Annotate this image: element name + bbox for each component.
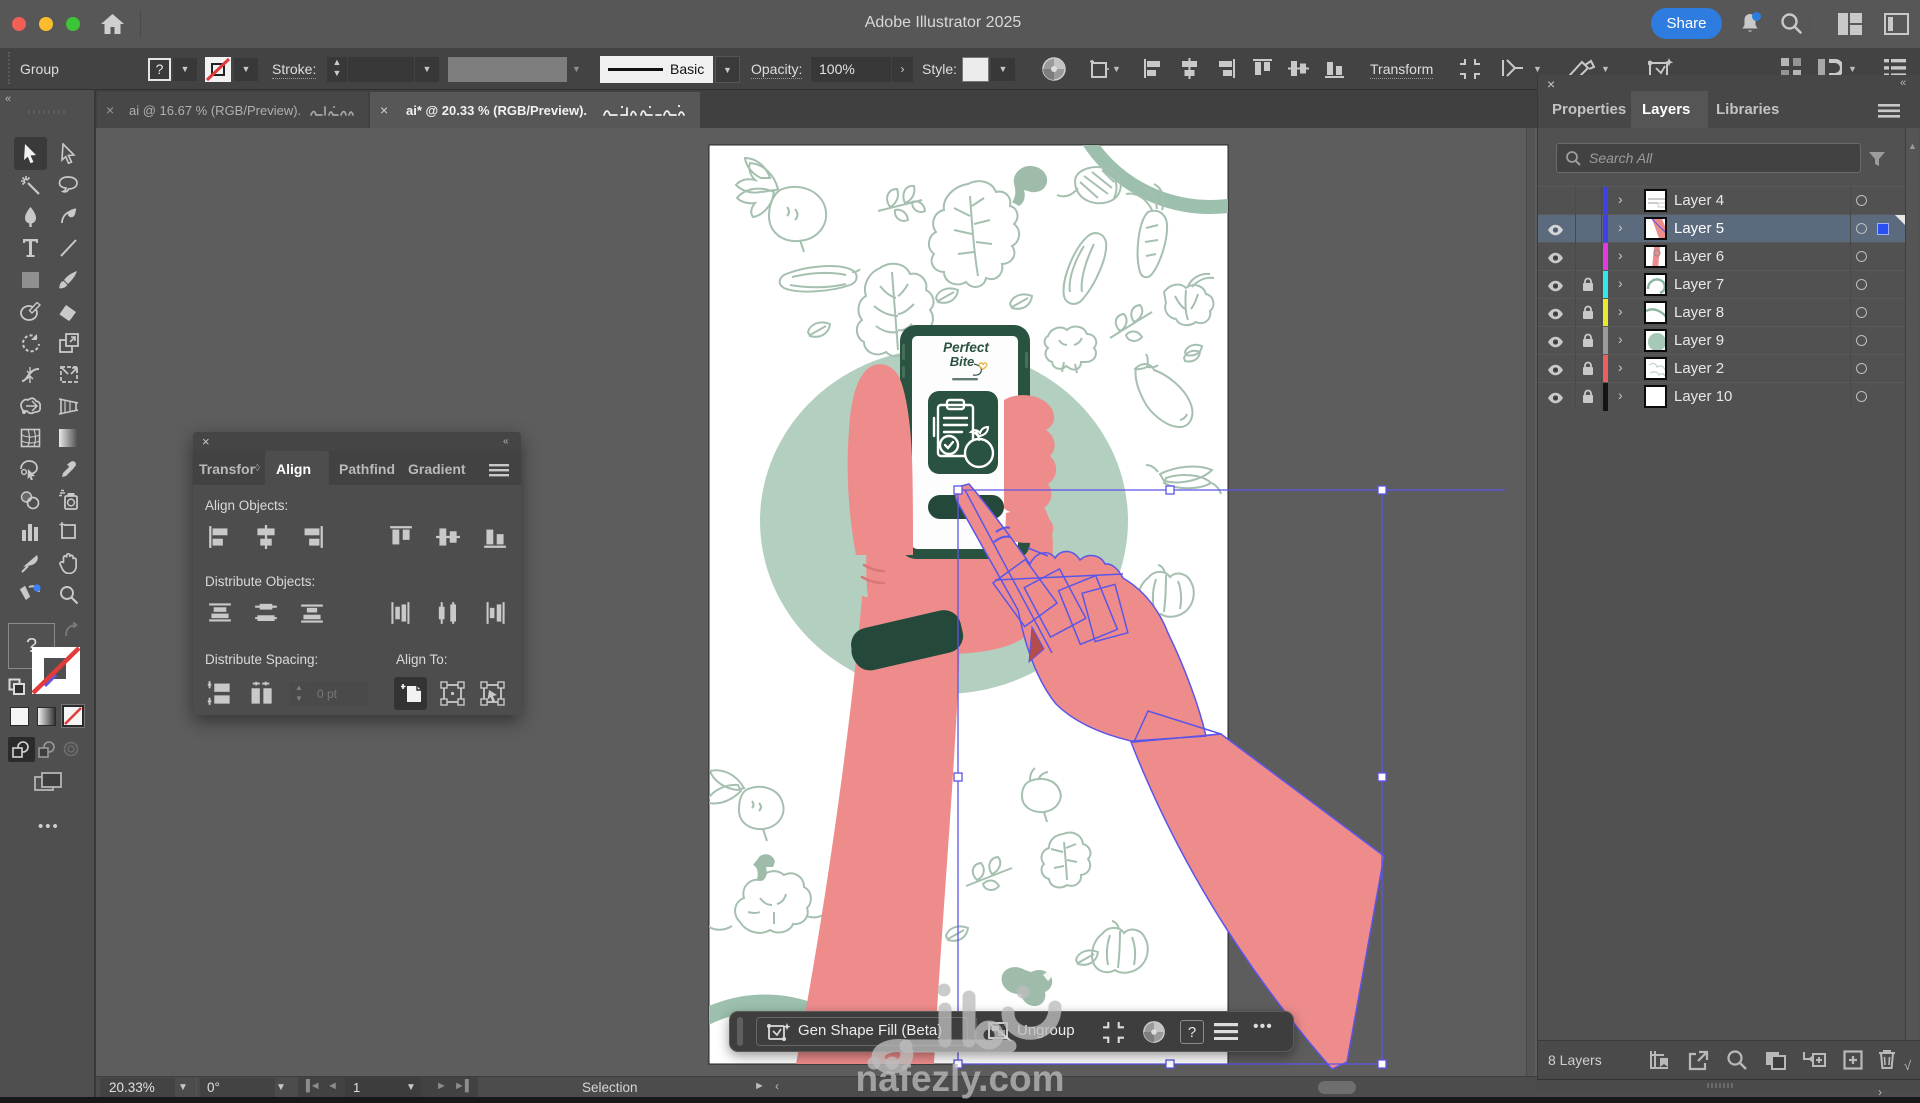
svg-text:Perfect: Perfect — [943, 340, 989, 355]
svg-text:Bite: Bite — [950, 354, 975, 369]
